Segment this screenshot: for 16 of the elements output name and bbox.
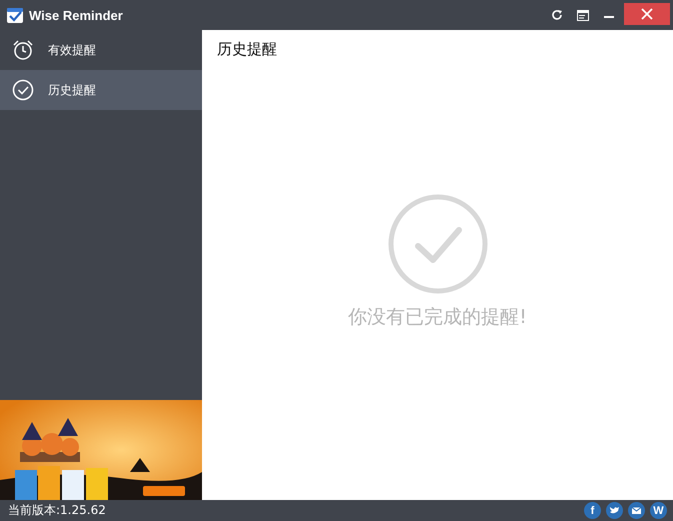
facebook-icon[interactable]: f (584, 502, 601, 519)
wise-icon[interactable]: W (650, 502, 667, 519)
close-button[interactable] (624, 3, 670, 25)
mail-icon[interactable] (628, 502, 645, 519)
page-title: 历史提醒 (216, 39, 278, 60)
alarm-clock-icon (12, 39, 34, 61)
empty-message: 你没有已完成的提醒! (348, 305, 527, 330)
window-title: Wise Reminder (29, 8, 123, 22)
bird-icon[interactable] (606, 502, 623, 519)
check-circle-icon (388, 194, 488, 294)
version-text: 当前版本:1.25.62 (8, 502, 106, 519)
check-circle-icon (12, 79, 34, 101)
close-icon (641, 8, 653, 20)
sidebar-item[interactable]: 历史提醒 (0, 70, 202, 110)
calendar-check-icon (6, 6, 24, 24)
sidebar-item[interactable]: 有效提醒 (0, 30, 202, 70)
